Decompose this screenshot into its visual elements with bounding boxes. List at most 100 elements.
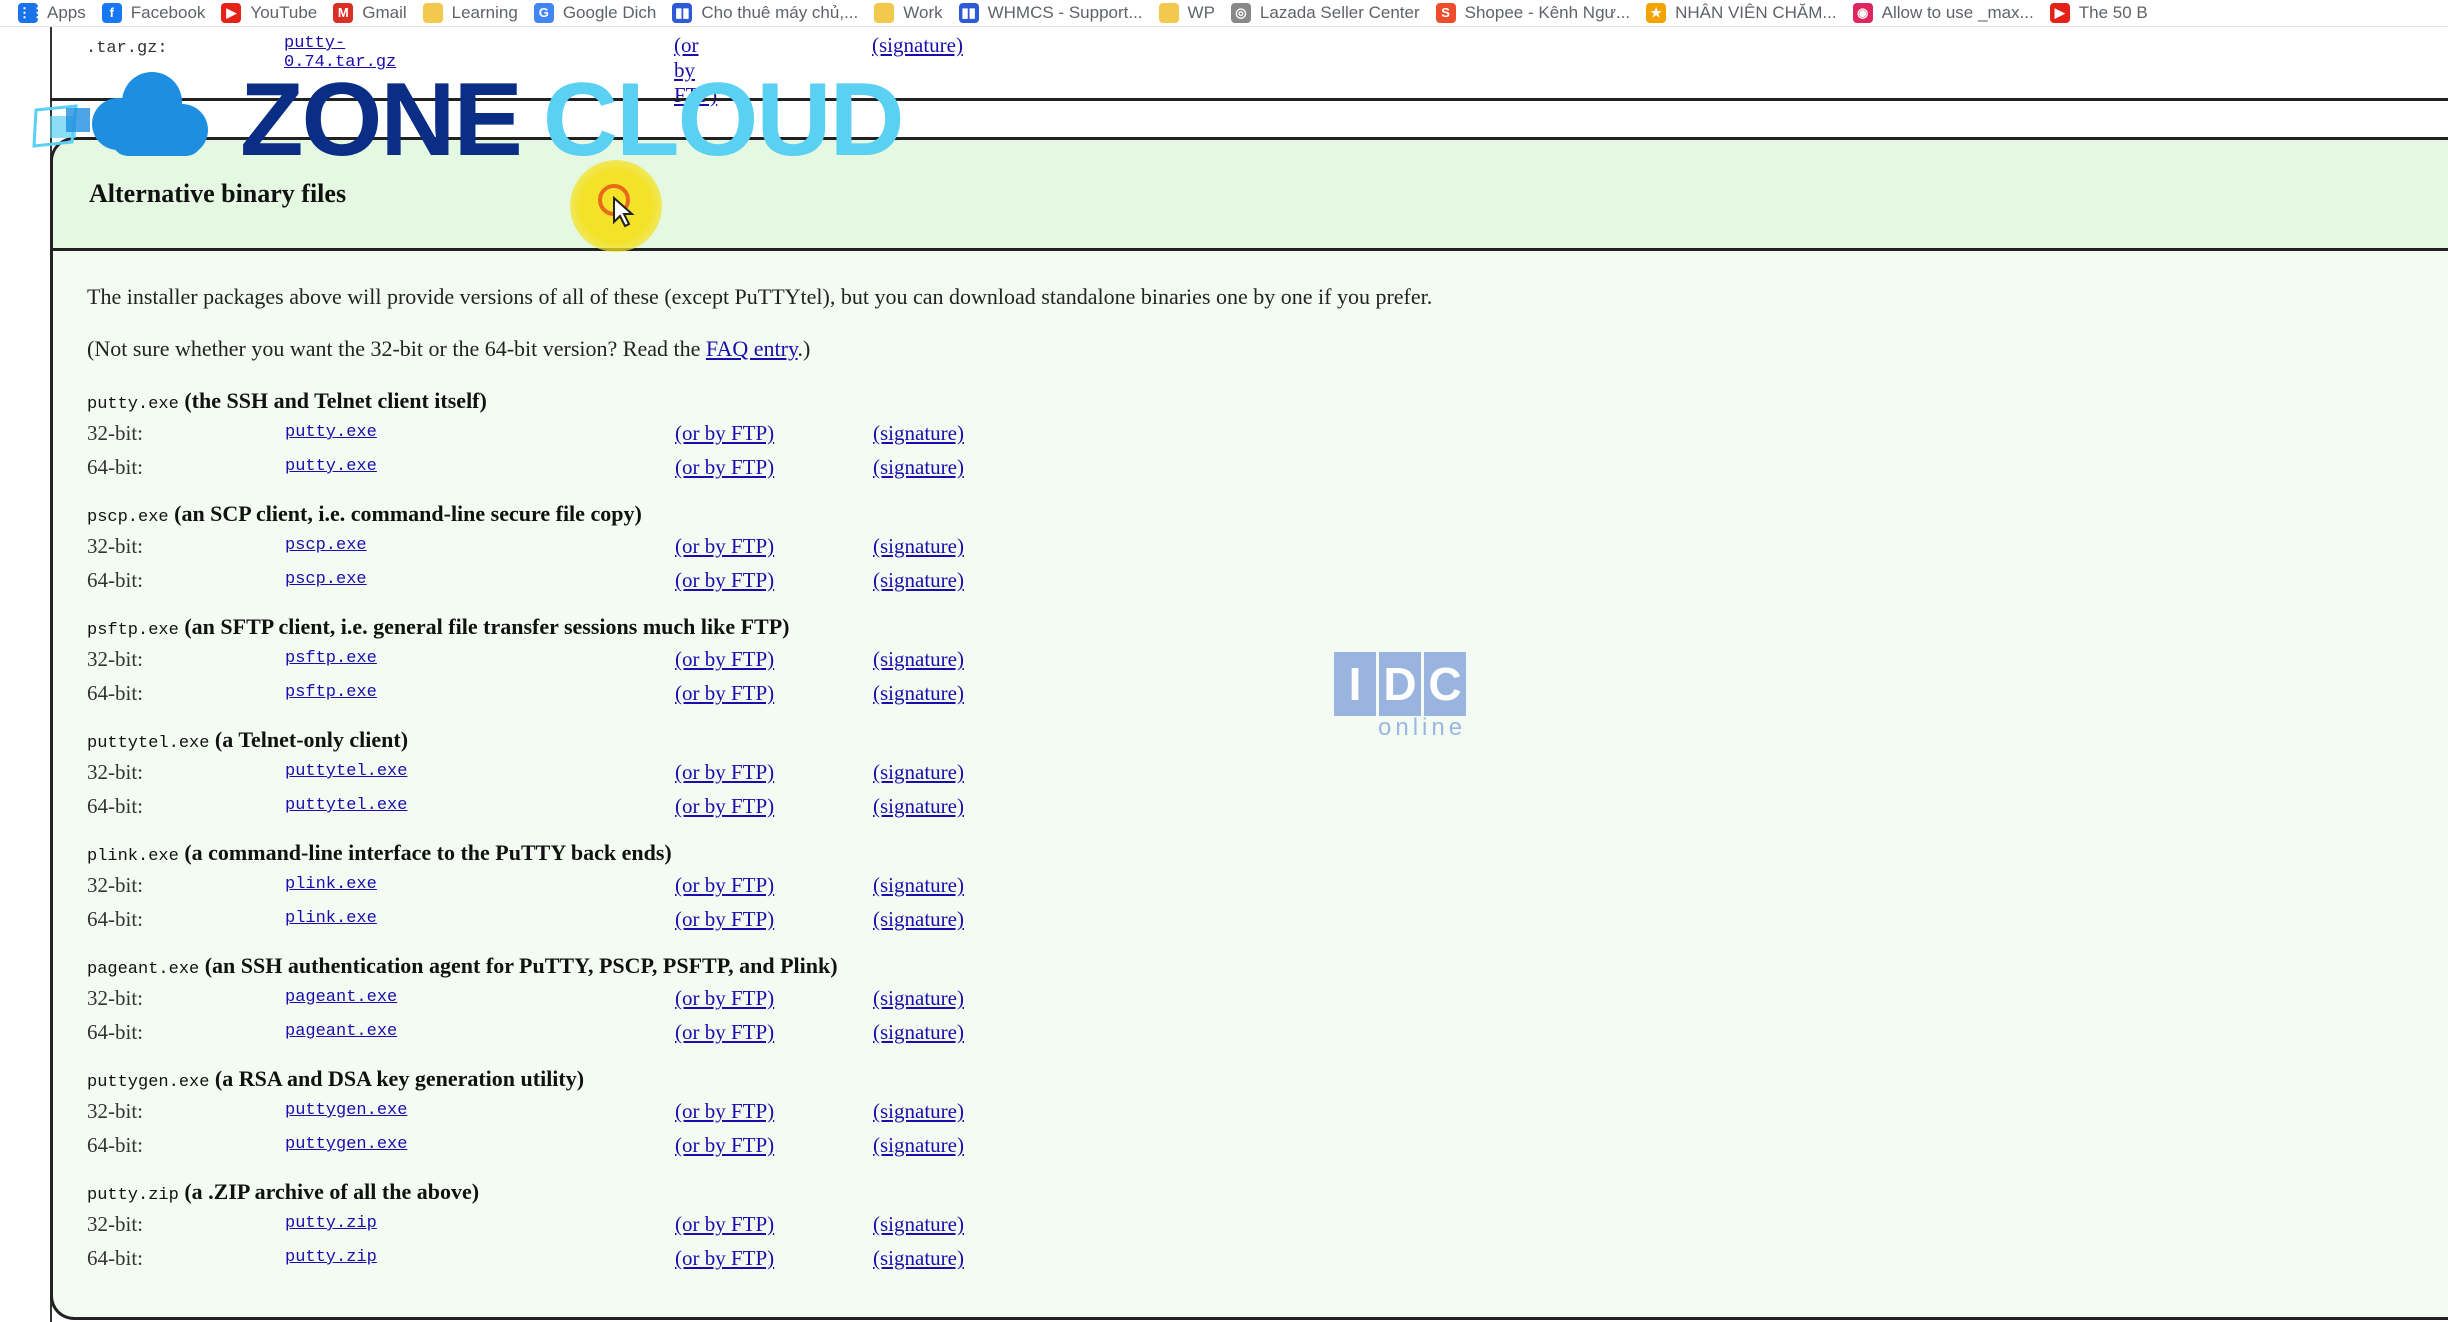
signature-link[interactable]: (signature)	[873, 455, 964, 480]
arch-label: 64-bit:	[87, 1020, 143, 1044]
file-download-link[interactable]: puttytel.exe	[285, 762, 407, 781]
ftp-link[interactable]: (or by FTP)	[675, 534, 774, 559]
bookmark-item[interactable]: S Shopee - Kênh Ngư...	[1435, 3, 1630, 23]
arch-label: 32-bit:	[87, 534, 143, 558]
ftp-link[interactable]: (or by FTP)	[675, 794, 774, 819]
ftp-link[interactable]: (or by FTP)	[675, 1246, 774, 1271]
ftp-link-label: (or by FTP)	[675, 1133, 775, 1157]
download-row: 32-bit: plink.exe (or by FTP) (signature)	[87, 873, 1087, 899]
ftp-link[interactable]: (or by FTP)	[675, 873, 774, 898]
signature-link[interactable]: (signature)	[873, 534, 964, 559]
entry-description: (an SCP client, i.e. command-line secure…	[174, 501, 642, 526]
entry-description: (the SSH and Telnet client itself)	[184, 388, 487, 413]
bookmark-label: Cho thuê máy chủ,...	[701, 3, 859, 22]
signature-link[interactable]: (signature)	[873, 1020, 964, 1045]
faq-entry-link[interactable]: FAQ entry	[706, 336, 798, 361]
ftp-link[interactable]: (or by FTP)	[675, 647, 774, 672]
file-download-link[interactable]: puttygen.exe	[285, 1101, 407, 1120]
download-row: 32-bit: pscp.exe (or by FTP) (signature)	[87, 534, 1087, 560]
signature-link-label: (signature)	[873, 1099, 964, 1123]
bookmark-item[interactable]: ★ NHÂN VIÊN CHĂM...	[1646, 3, 1837, 23]
bookmark-item[interactable]: ◎ Lazada Seller Center	[1230, 3, 1420, 23]
signature-link[interactable]: (signature)	[873, 760, 964, 785]
file-download-link[interactable]: putty.zip	[285, 1214, 377, 1233]
signature-link[interactable]: (signature)	[873, 1099, 964, 1124]
ftp-link-label: (or by FTP)	[675, 986, 775, 1010]
signature-link[interactable]: (signature)	[873, 1246, 964, 1271]
file-download-link[interactable]: pageant.exe	[285, 988, 397, 1007]
arch-label: 64-bit:	[87, 1133, 143, 1157]
bookmark-item[interactable]: ▮▮ WHMCS - Support...	[958, 3, 1143, 23]
bookmark-label: Google Dich	[562, 3, 657, 22]
file-download-link[interactable]: psftp.exe	[285, 649, 377, 668]
entry-title: putty.zip (a .ZIP archive of all the abo…	[87, 1179, 479, 1205]
signature-link[interactable]: (signature)	[873, 568, 964, 593]
file-download-link[interactable]: plink.exe	[285, 909, 377, 928]
tar-gz-label: .tar.gz:	[86, 39, 168, 58]
ftp-link-label: (or by FTP)	[675, 455, 775, 479]
ftp-link[interactable]: (or by FTP)	[675, 986, 774, 1011]
entry-description: (a .ZIP archive of all the above)	[184, 1179, 480, 1204]
server-icon: ▮▮	[672, 3, 693, 23]
ftp-link[interactable]: (or by FTP)	[675, 1099, 774, 1124]
ftp-link[interactable]: (or by FTP)	[675, 1212, 774, 1237]
signature-link[interactable]: (signature)	[873, 986, 964, 1011]
signature-link[interactable]: (signature)	[873, 794, 964, 819]
file-download-link[interactable]: putty.exe	[285, 457, 377, 476]
signature-link[interactable]: (signature)	[873, 873, 964, 898]
signature-link-label: (signature)	[873, 1246, 964, 1270]
ftp-link-label: (or by FTP)	[675, 1020, 775, 1044]
ftp-link[interactable]: (or by FTP)	[675, 455, 774, 480]
entry-name: pageant.exe	[87, 960, 200, 979]
arch-label: 32-bit:	[87, 873, 143, 897]
file-download-link[interactable]: pscp.exe	[285, 570, 367, 589]
bookmark-item[interactable]: ▶ The 50 B	[2049, 3, 2148, 23]
file-download-link[interactable]: pageant.exe	[285, 1022, 397, 1041]
download-row: 32-bit: pageant.exe (or by FTP) (signature)	[87, 986, 1087, 1012]
ftp-link[interactable]: (or by FTP)	[675, 1020, 774, 1045]
ftp-link[interactable]: (or by FTP)	[675, 568, 774, 593]
tar-gz-signature-link[interactable]: (signature)	[872, 33, 963, 58]
bookmark-item[interactable]: ▶ YouTube	[221, 3, 317, 23]
file-download-link[interactable]: putty.zip	[285, 1248, 377, 1267]
entry-name: putty.exe	[87, 395, 179, 414]
file-download-link[interactable]: puttygen.exe	[285, 1135, 407, 1154]
file-download-link[interactable]: pscp.exe	[285, 536, 367, 555]
file-download-link[interactable]: putty.exe	[285, 423, 377, 442]
file-download-link[interactable]: psftp.exe	[285, 683, 377, 702]
entry-name: plink.exe	[87, 847, 179, 866]
signature-link[interactable]: (signature)	[873, 1212, 964, 1237]
bookmark-item[interactable]: WP	[1158, 3, 1215, 23]
ftp-link[interactable]: (or by FTP)	[675, 421, 774, 446]
arch-label: 64-bit:	[87, 794, 143, 818]
file-download-link[interactable]: puttytel.exe	[285, 796, 407, 815]
signature-link-label: (signature)	[873, 1020, 964, 1044]
bookmark-item[interactable]: Learning	[422, 3, 518, 23]
ftp-link[interactable]: (or by FTP)	[675, 681, 774, 706]
file-download-link[interactable]: plink.exe	[285, 875, 377, 894]
download-row: 64-bit: pageant.exe (or by FTP) (signature)	[87, 1020, 1087, 1046]
signature-link[interactable]: (signature)	[873, 907, 964, 932]
ftp-link[interactable]: (or by FTP)	[675, 907, 774, 932]
bookmark-item[interactable]: ▮▮ Cho thuê máy chủ,...	[672, 3, 858, 23]
shopee-icon: S	[1435, 3, 1456, 23]
signature-link[interactable]: (signature)	[873, 647, 964, 672]
signature-link[interactable]: (signature)	[873, 681, 964, 706]
bookmark-item[interactable]: Work	[874, 3, 943, 23]
signature-link[interactable]: (signature)	[873, 1133, 964, 1158]
bookmark-item[interactable]: ⋮⋮ Apps	[18, 3, 86, 23]
bookmark-item[interactable]: f Facebook	[101, 3, 205, 23]
signature-link[interactable]: (signature)	[873, 421, 964, 446]
bookmark-item[interactable]: M Gmail	[333, 3, 407, 23]
entry-title: putty.exe (the SSH and Telnet client its…	[87, 388, 487, 414]
signature-link-label: (signature)	[873, 568, 964, 592]
ftp-link[interactable]: (or by FTP)	[675, 760, 774, 785]
bookmark-label: Learning	[451, 3, 518, 22]
ftp-link[interactable]: (or by FTP)	[675, 1133, 774, 1158]
star-icon: ★	[1646, 3, 1667, 23]
arch-label: 32-bit:	[87, 421, 143, 445]
bookmark-item[interactable]: G Google Dich	[533, 3, 657, 23]
entry-name: puttytel.exe	[87, 734, 210, 753]
bookmark-item[interactable]: ◉ Allow to use _max...	[1852, 3, 2034, 23]
tar-gz-row: .tar.gz: putty-0.74.tar.gz (or by FTP) (…	[86, 33, 963, 107]
